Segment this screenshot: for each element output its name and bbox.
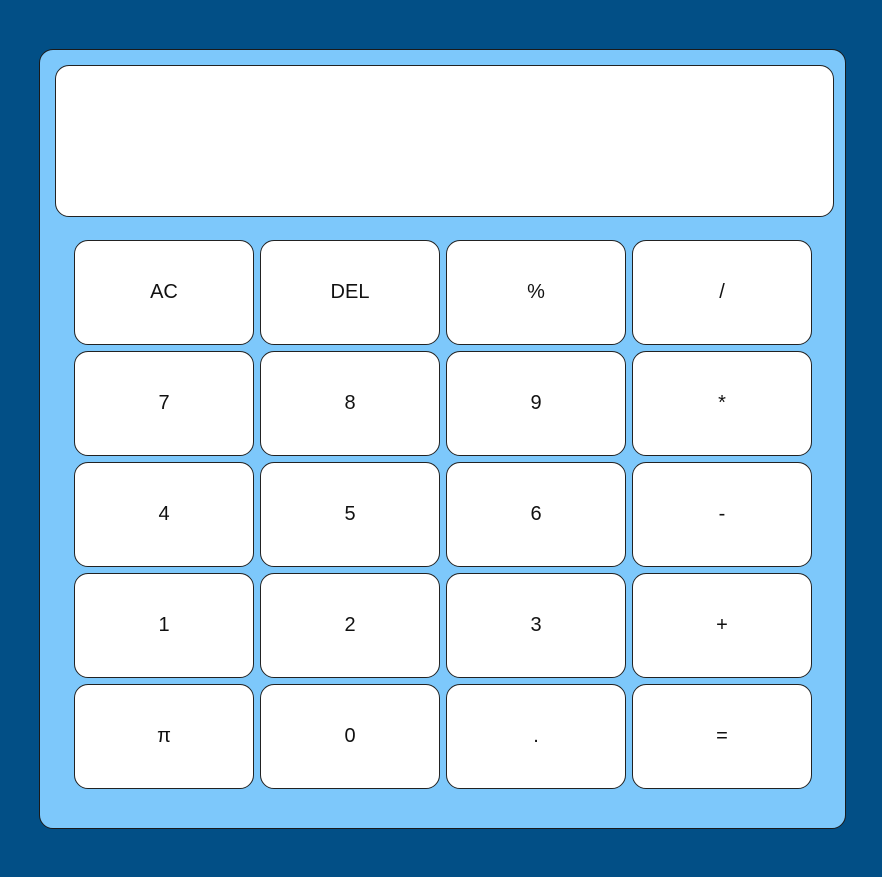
- decimal-point-button[interactable]: .: [446, 684, 626, 789]
- keypad: AC DEL % / 7 8 9 * 4 5 6 - 1 2 3 + π 0 .…: [74, 240, 812, 789]
- digit-1-button[interactable]: 1: [74, 573, 254, 678]
- digit-4-button[interactable]: 4: [74, 462, 254, 567]
- percent-button[interactable]: %: [446, 240, 626, 345]
- calculator: AC DEL % / 7 8 9 * 4 5 6 - 1 2 3 + π 0 .…: [39, 49, 846, 829]
- calculator-display: [55, 65, 834, 217]
- delete-button[interactable]: DEL: [260, 240, 440, 345]
- digit-0-button[interactable]: 0: [260, 684, 440, 789]
- digit-3-button[interactable]: 3: [446, 573, 626, 678]
- digit-6-button[interactable]: 6: [446, 462, 626, 567]
- digit-9-button[interactable]: 9: [446, 351, 626, 456]
- digit-5-button[interactable]: 5: [260, 462, 440, 567]
- divide-button[interactable]: /: [632, 240, 812, 345]
- equals-button[interactable]: =: [632, 684, 812, 789]
- pi-button[interactable]: π: [74, 684, 254, 789]
- add-button[interactable]: +: [632, 573, 812, 678]
- subtract-button[interactable]: -: [632, 462, 812, 567]
- digit-2-button[interactable]: 2: [260, 573, 440, 678]
- digit-8-button[interactable]: 8: [260, 351, 440, 456]
- digit-7-button[interactable]: 7: [74, 351, 254, 456]
- multiply-button[interactable]: *: [632, 351, 812, 456]
- all-clear-button[interactable]: AC: [74, 240, 254, 345]
